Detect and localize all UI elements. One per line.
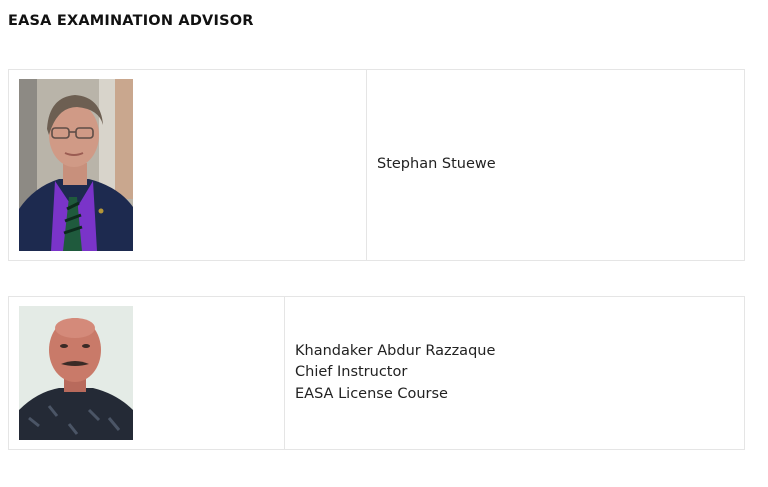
advisor-card: Stephan Stuewe (8, 69, 745, 261)
advisor-role: Chief Instructor (295, 364, 408, 381)
advisor-name: Khandaker Abdur Razzaque (295, 342, 496, 359)
advisor-photo (19, 79, 133, 251)
advisor-name: Stephan Stuewe (377, 156, 496, 173)
advisor-card: Khandaker Abdur Razzaque Chief Instructo… (8, 296, 745, 450)
advisor-photo-cell (9, 70, 367, 260)
page-title: EASA EXAMINATION ADVISOR (8, 13, 254, 29)
advisor-photo (19, 306, 133, 440)
advisor-info: Stephan Stuewe (367, 70, 744, 260)
advisor-photo-cell (9, 297, 285, 449)
advisor-info: Khandaker Abdur Razzaque Chief Instructo… (285, 297, 744, 449)
advisor-course: EASA License Course (295, 385, 448, 402)
